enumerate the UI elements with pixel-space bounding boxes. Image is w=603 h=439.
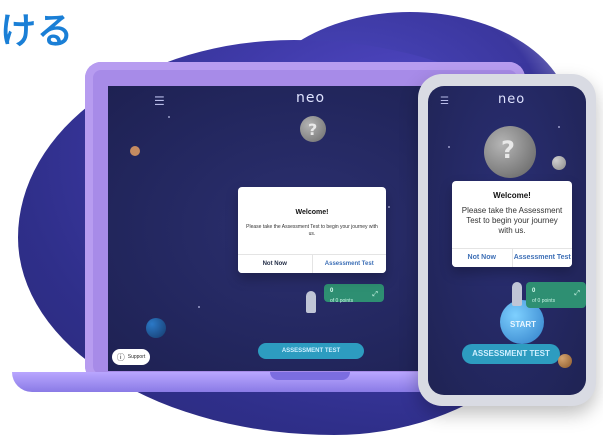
points-card[interactable]: 0 of 0 points ⤢ — [324, 284, 384, 304]
assessment-test-dialog-button[interactable]: Assessment Test — [511, 249, 572, 267]
question-circle-icon: ⓘ — [116, 352, 125, 362]
header-title-fragment: ける — [0, 11, 75, 52]
expand-arrows-icon[interactable]: ⤢ — [574, 290, 580, 298]
star — [388, 206, 390, 208]
welcome-title: Welcome! — [493, 191, 531, 200]
points-label: of 0 points — [330, 298, 354, 304]
app-logo: neo — [498, 92, 526, 107]
welcome-message: Please take the Assessment Test to begin… — [246, 224, 378, 237]
small-planet-icon — [552, 156, 566, 170]
rocket-icon — [512, 282, 522, 306]
question-mark-icon: ? — [308, 120, 318, 139]
start-label: START — [510, 320, 537, 329]
support-button[interactable]: ⓘ Support — [112, 349, 150, 365]
planet-icon — [130, 146, 140, 156]
star — [558, 126, 560, 128]
assessment-test-button[interactable]: ASSESSMENT TEST — [258, 343, 364, 359]
not-now-button[interactable]: Not Now — [238, 255, 312, 273]
question-mark-icon: ? — [501, 136, 515, 164]
welcome-dialog: Welcome! Please take the Assessment Test… — [452, 181, 572, 267]
assessment-test-button[interactable]: ASSESSMENT TEST — [462, 344, 560, 364]
star — [448, 146, 450, 148]
expand-arrows-icon[interactable]: ⤢ — [372, 291, 378, 299]
points-value: 0 — [330, 288, 334, 294]
small-orange-planet-icon — [558, 354, 572, 368]
blue-planet-icon — [146, 318, 166, 338]
not-now-button[interactable]: Not Now — [452, 249, 512, 267]
phone-screen: ☰ neo ? Welcome! Please take the Assessm… — [428, 86, 586, 395]
points-card[interactable]: 0 of 0 points ⤢ — [526, 282, 586, 308]
support-label: Support — [127, 354, 146, 360]
star — [198, 306, 200, 308]
points-value: 0 — [532, 288, 536, 294]
welcome-title: Welcome! — [295, 209, 329, 216]
welcome-dialog: Welcome! Please take the Assessment Test… — [238, 187, 386, 273]
assessment-test-dialog-button[interactable]: Assessment Test — [311, 255, 386, 273]
welcome-message: Please take the Assessment Test to begin… — [461, 206, 563, 235]
rocket-icon — [306, 291, 316, 313]
star — [168, 116, 170, 118]
laptop-base — [12, 372, 452, 392]
hamburger-icon[interactable]: ☰ — [154, 94, 165, 108]
points-label: of 0 points — [532, 298, 556, 304]
laptop-notch — [270, 372, 350, 380]
hamburger-icon[interactable]: ☰ — [440, 96, 449, 107]
app-logo: neo — [296, 90, 326, 106]
